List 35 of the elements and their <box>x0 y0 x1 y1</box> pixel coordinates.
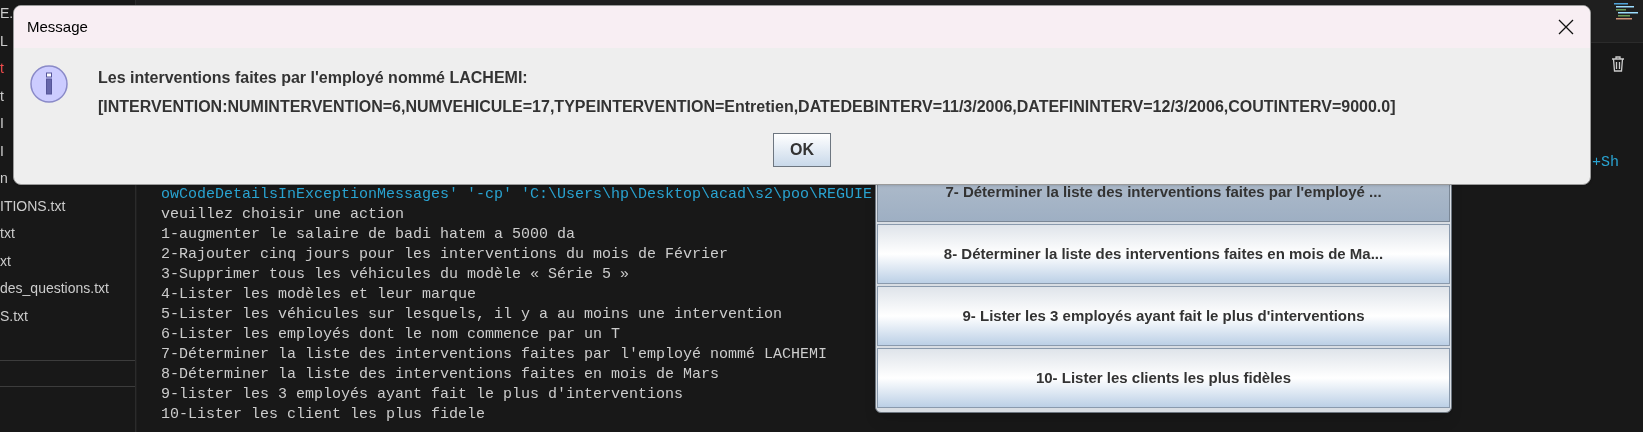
menu-button[interactable]: 8- Déterminer la liste des interventions faites en mois de Ma... <box>877 224 1450 284</box>
file-name[interactable]: S.txt <box>0 302 28 330</box>
message-text: Les interventions faites par l'employé nommé LACHEMI: <box>98 68 528 88</box>
terminal-line: 5-Lister les véhicules sur lesquels, il y a au moins une intervention <box>161 305 783 325</box>
file-name[interactable]: des_questions.txt <box>0 275 109 303</box>
file-name[interactable]: L <box>0 27 8 55</box>
terminal-text: +Sh <box>1592 153 1619 173</box>
info-icon <box>29 64 69 104</box>
file-name[interactable]: t <box>0 55 4 83</box>
terminal-line: veuillez choisir une action <box>161 205 405 225</box>
window-title: Message <box>27 16 88 37</box>
file-name[interactable]: xt <box>0 247 11 275</box>
file-name[interactable]: n <box>0 165 8 193</box>
terminal-line: 3-Supprimer tous les véhicules du modèle « Série 5 » <box>161 265 630 285</box>
message-text: [INTERVENTION:NUMINTERVENTION=6,NUMVEHICULE=17,TYPEINTERVENTION=Entretien,DATEDEBINTERV=11/3/2006,DATEFININTERV=12/3/2006,COUTINTERV=9000.0] <box>98 97 1396 117</box>
terminal-line: 7-Déterminer la liste des interventions faites par l'employé nommé LACHEMI <box>161 345 828 365</box>
terminal-line: 10-Lister les client les plus fidele <box>161 405 486 425</box>
file-name[interactable]: I <box>0 110 4 138</box>
terminal-line: 4-Lister les modèles et leur marque <box>161 285 477 305</box>
menu-button[interactable]: 9- Lister les 3 employés ayant fait le plus d'interventions <box>877 286 1450 346</box>
file-name[interactable]: txt <box>0 220 15 248</box>
terminal-line: 1-augmenter le salaire de badi hatem a 5000 da <box>161 225 576 245</box>
file-name[interactable]: ITIONS.txt <box>0 192 66 220</box>
close-icon[interactable] <box>1558 19 1574 35</box>
file-name[interactable]: I <box>0 137 4 165</box>
terminal-line: owCodeDetailsInExceptionMessages' '-cp' 'C:\Users\hp\Desktop\acad\s2\poo\REGUIE <box>161 185 873 205</box>
file-name[interactable]: E. <box>0 0 14 28</box>
terminal-line: 2-Rajouter cinq jours pour les interventions du mois de Février <box>161 245 729 265</box>
terminal-line: 6-Lister les employés dont le nom commence par un T <box>161 325 621 345</box>
terminal-line: 9-lister les 3 employés ayant fait le plus d'interventions <box>161 385 684 405</box>
trash-icon[interactable] <box>1611 56 1625 72</box>
ok-button[interactable]: OK <box>773 133 831 167</box>
terminal-line: 8-Déterminer la liste des interventions faites en mois de Mars <box>161 365 720 385</box>
menu-button[interactable]: 10- Lister les clients les plus fidèles <box>877 348 1450 408</box>
file-name[interactable]: t <box>0 82 4 110</box>
